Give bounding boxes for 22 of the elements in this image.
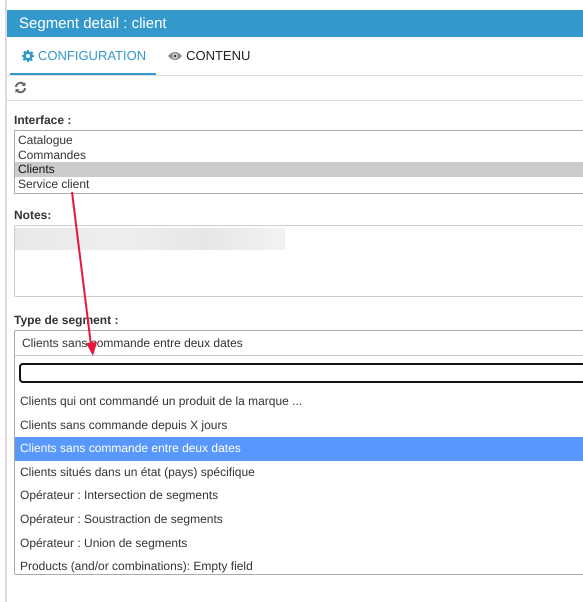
list-option[interactable]: Service client (15, 176, 583, 191)
notes-label: Notes: (14, 208, 52, 222)
interface-label: Interface : (14, 113, 72, 127)
refresh-icon[interactable] (14, 81, 27, 94)
dropdown-option[interactable]: Opérateur : Soustraction de segments (15, 508, 583, 532)
list-option[interactable]: Clients (15, 162, 583, 176)
search-field[interactable] (19, 363, 583, 383)
dropdown-option[interactable]: Clients situés dans un état (pays) spécifique (15, 460, 583, 484)
list-option[interactable]: Catalogue (15, 133, 583, 148)
dropdown-option[interactable]: Opérateur : Intersection de segments (15, 484, 583, 508)
dropdown-option[interactable]: Products (and/or combinations): Empty field (15, 555, 583, 574)
interface-listbox[interactable]: Catalogue Commandes Clients Service client (14, 130, 583, 194)
eye-icon (168, 50, 182, 60)
dropdown-option[interactable]: Opérateur : Union de segments (15, 532, 583, 556)
notes-field[interactable] (14, 225, 583, 297)
gear-icon (22, 50, 34, 62)
list-option[interactable]: Commandes (15, 148, 583, 162)
tab[interactable]: CONTENU (156, 38, 260, 75)
dropdown-option[interactable]: Clients sans commande depuis X jours (15, 414, 583, 438)
segment-type-dropdown[interactable] (14, 330, 583, 575)
window-title: Segment detail : client (7, 10, 583, 37)
dropdown-option[interactable]: Clients qui ont commandé un produit de la marque ... (15, 390, 583, 414)
